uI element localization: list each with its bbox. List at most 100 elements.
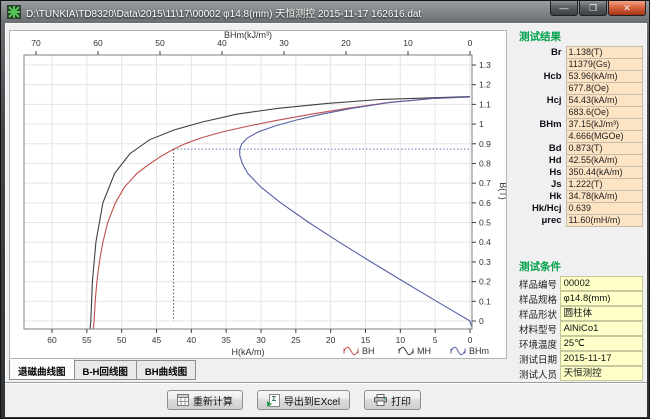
svg-text:1.3: 1.3 bbox=[479, 60, 491, 70]
maximize-button[interactable]: ❐ bbox=[579, 1, 607, 16]
svg-text:55: 55 bbox=[82, 335, 92, 345]
tab-bh-loop[interactable]: B-H回线图 bbox=[75, 360, 137, 380]
minimize-button[interactable]: — bbox=[550, 1, 578, 16]
condition-label: 样品形状 bbox=[519, 307, 560, 321]
svg-text:25: 25 bbox=[291, 335, 301, 345]
result-row: Hcb53.96(kA/m) bbox=[519, 71, 643, 82]
tab-demag-curve[interactable]: 退磁曲线图 bbox=[9, 359, 75, 380]
result-label: μrec bbox=[519, 215, 566, 226]
sample-number-field[interactable]: 00002 bbox=[560, 276, 643, 291]
chart-legend: BHMHBHm bbox=[344, 346, 489, 356]
app-window: D:\TUNKIA\TD8320\Data\2015\11\17\00002 φ… bbox=[0, 0, 650, 419]
result-label: Hcj bbox=[519, 95, 566, 106]
condition-label: 样品规格 bbox=[519, 292, 560, 306]
condition-row: 测试人员天恒测控 bbox=[519, 367, 643, 380]
bhm-legend-swatch bbox=[451, 347, 465, 355]
condition-label: 样品编号 bbox=[519, 277, 560, 291]
demag-chart-panel: 706050403020100BHm(kJ/m³)605550454035302… bbox=[9, 30, 507, 359]
print-label: 打印 bbox=[391, 393, 411, 408]
tester-field[interactable]: 天恒测控 bbox=[560, 366, 643, 381]
chart-grid bbox=[24, 55, 472, 329]
svg-text:0.4: 0.4 bbox=[479, 237, 491, 247]
result-row: Hs350.44(kA/m) bbox=[519, 167, 643, 178]
bh-curve bbox=[93, 97, 470, 330]
condition-label: 材料型号 bbox=[519, 322, 560, 336]
svg-text:35: 35 bbox=[221, 335, 231, 345]
result-row: Hd42.55(kA/m) bbox=[519, 155, 643, 166]
result-row: 4.666(MGOe) bbox=[519, 131, 643, 142]
result-row: Js1.222(T) bbox=[519, 179, 643, 190]
window-title: D:\TUNKIA\TD8320\Data\2015\11\17\00002 φ… bbox=[26, 5, 421, 20]
result-label: Hd bbox=[519, 155, 566, 166]
tab-strip: 退磁曲线图 B-H回线图 BH曲线图 bbox=[9, 360, 196, 380]
result-row: Br1.138(T) bbox=[519, 47, 643, 58]
svg-text:B(T): B(T) bbox=[498, 182, 506, 200]
svg-text:0: 0 bbox=[479, 316, 484, 326]
svg-text:50: 50 bbox=[155, 38, 165, 48]
conditions-header: 测试条件 bbox=[519, 259, 643, 274]
tab-bh-curve[interactable]: BH曲线图 bbox=[137, 360, 196, 380]
material-type-field[interactable]: AlNiCo1 bbox=[560, 321, 643, 336]
svg-text:10: 10 bbox=[403, 38, 413, 48]
svg-text:1.1: 1.1 bbox=[479, 99, 491, 109]
svg-text:50: 50 bbox=[117, 335, 127, 345]
svg-text:30: 30 bbox=[256, 335, 266, 345]
result-label: BHm bbox=[519, 119, 566, 130]
bhm-curve bbox=[240, 97, 473, 329]
result-row: Hk/Hcj0.639 bbox=[519, 203, 643, 214]
svg-text:BHm(kJ/m³): BHm(kJ/m³) bbox=[224, 31, 272, 40]
calculator-icon bbox=[177, 394, 189, 406]
printer-icon bbox=[374, 394, 387, 406]
svg-text:60: 60 bbox=[47, 335, 57, 345]
sample-spec-field[interactable]: φ14.8(mm) bbox=[560, 291, 643, 306]
bhm-legend-label: BHm bbox=[469, 346, 489, 356]
ambient-temp-field[interactable]: 25℃ bbox=[560, 336, 643, 351]
print-button[interactable]: 打印 bbox=[364, 390, 421, 410]
condition-label: 环境温度 bbox=[519, 337, 560, 351]
svg-text:0.1: 0.1 bbox=[479, 296, 491, 306]
mh-curve bbox=[90, 97, 470, 330]
condition-label: 测试人员 bbox=[519, 367, 560, 381]
plot-border bbox=[24, 55, 472, 329]
svg-text:0.3: 0.3 bbox=[479, 257, 491, 267]
svg-text:10: 10 bbox=[396, 335, 406, 345]
conditions-list: 样品编号00002 样品规格φ14.8(mm) 样品形状圆柱体 材料型号AlNi… bbox=[519, 277, 643, 380]
results-list: Br1.138(T) 11379(Gs) Hcb53.96(kA/m) 677.… bbox=[519, 47, 643, 226]
result-value: 11.60(mH/m) bbox=[566, 214, 643, 227]
bh-legend-swatch bbox=[344, 347, 358, 355]
mh-legend-swatch bbox=[399, 347, 413, 355]
export-excel-button[interactable]: Σ 导出到EXcel bbox=[257, 390, 350, 410]
curves bbox=[90, 97, 473, 330]
condition-row: 环境温度25℃ bbox=[519, 337, 643, 350]
condition-label: 测试日期 bbox=[519, 352, 560, 366]
svg-text:45: 45 bbox=[152, 335, 162, 345]
condition-row: 样品编号00002 bbox=[519, 277, 643, 290]
excel-icon: Σ bbox=[267, 394, 280, 407]
svg-text:H(kA/m): H(kA/m) bbox=[232, 347, 265, 357]
close-button[interactable]: ✕ bbox=[608, 1, 646, 16]
svg-text:0: 0 bbox=[468, 335, 473, 345]
svg-text:60: 60 bbox=[93, 38, 103, 48]
result-row: 11379(Gs) bbox=[519, 59, 643, 70]
recalculate-label: 重新计算 bbox=[193, 393, 233, 408]
svg-text:5: 5 bbox=[433, 335, 438, 345]
svg-text:0.9: 0.9 bbox=[479, 139, 491, 149]
sample-shape-field[interactable]: 圆柱体 bbox=[560, 306, 643, 321]
svg-text:15: 15 bbox=[361, 335, 371, 345]
result-row: 683.6(Oe) bbox=[519, 107, 643, 118]
result-label: Hk bbox=[519, 191, 566, 202]
svg-text:40: 40 bbox=[187, 335, 197, 345]
condition-row: 材料型号AlNiCo1 bbox=[519, 322, 643, 335]
condition-row: 样品形状圆柱体 bbox=[519, 307, 643, 320]
svg-text:20: 20 bbox=[326, 335, 336, 345]
result-label: Js bbox=[519, 179, 566, 190]
recalculate-button[interactable]: 重新计算 bbox=[167, 390, 243, 410]
condition-row: 样品规格φ14.8(mm) bbox=[519, 292, 643, 305]
result-label: Hs bbox=[519, 167, 566, 178]
titlebar: D:\TUNKIA\TD8320\Data\2015\11\17\00002 φ… bbox=[1, 1, 649, 23]
svg-text:0.5: 0.5 bbox=[479, 218, 491, 228]
svg-text:0.6: 0.6 bbox=[479, 198, 491, 208]
demag-chart: 706050403020100BHm(kJ/m³)605550454035302… bbox=[10, 31, 506, 358]
test-date-field[interactable]: 2015-11-17 bbox=[560, 351, 643, 366]
result-label: Hk/Hcj bbox=[519, 203, 566, 214]
